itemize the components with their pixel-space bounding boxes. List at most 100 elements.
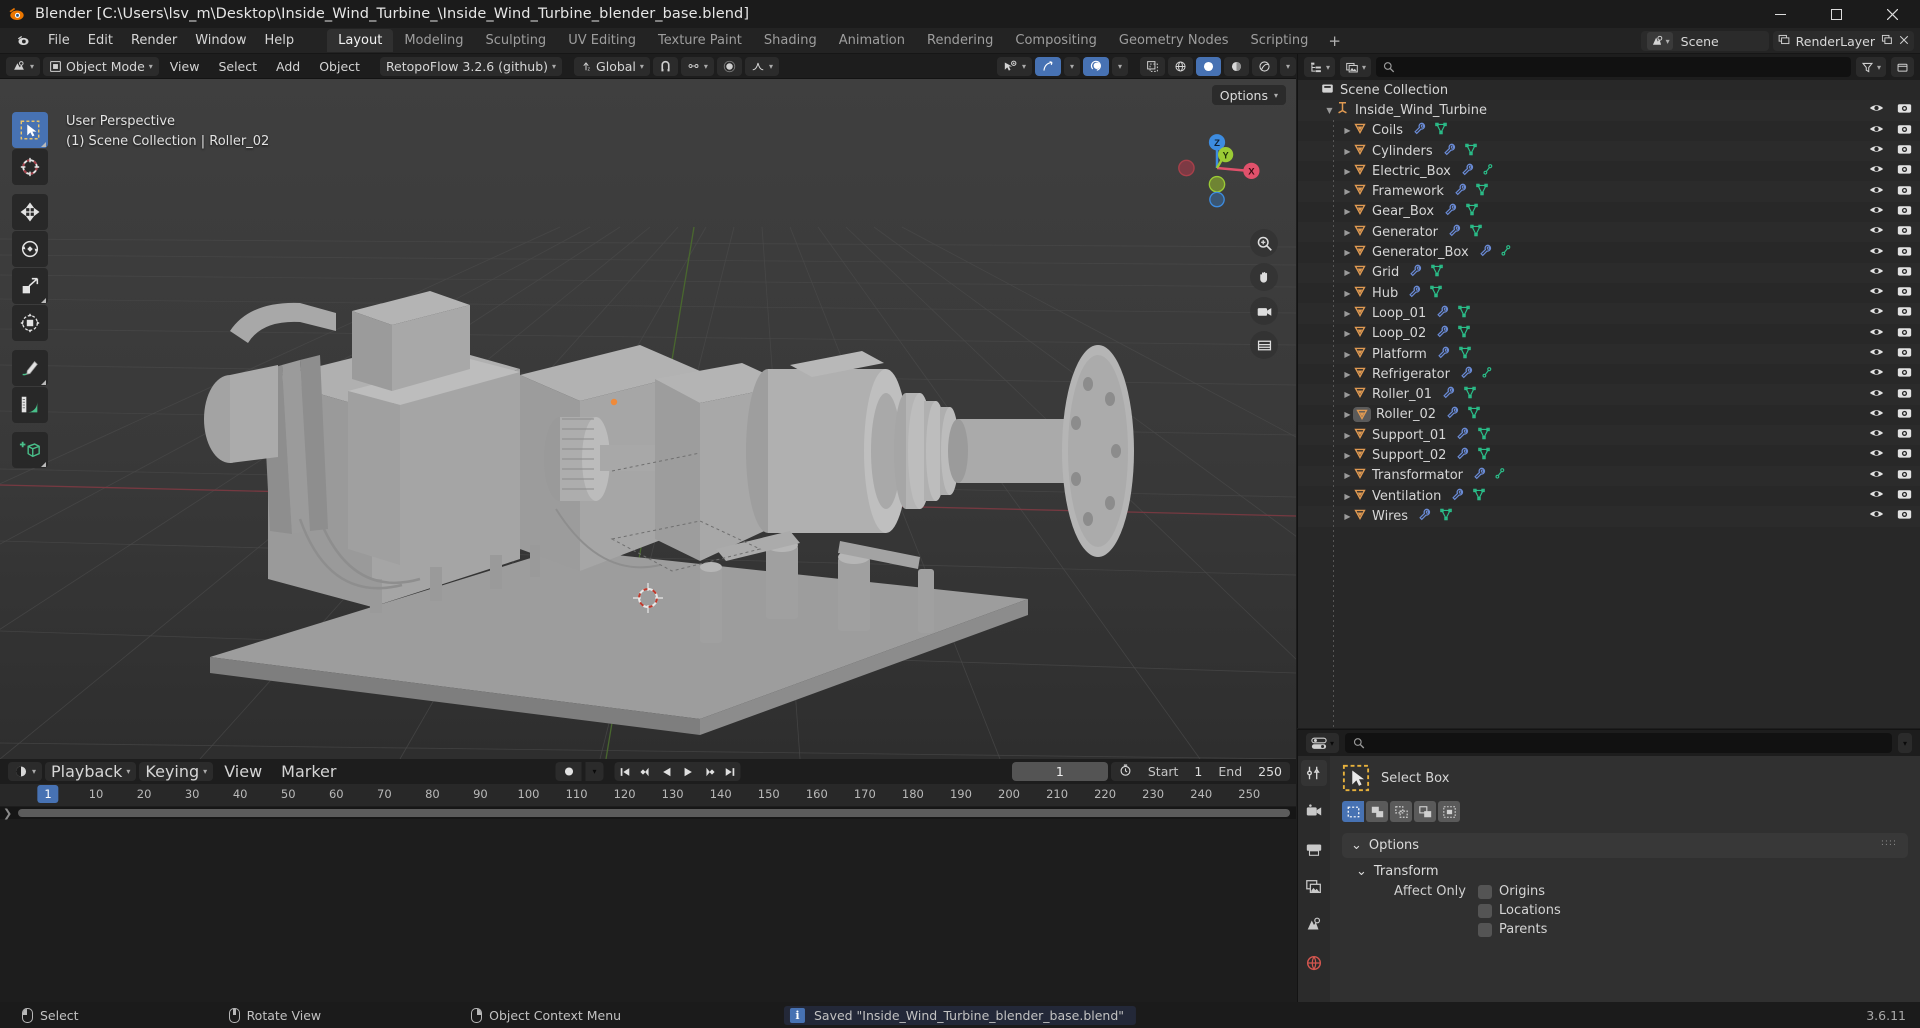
select-extend-button[interactable]	[1366, 801, 1388, 822]
expand-triangle-icon[interactable]: ▶	[1342, 248, 1353, 257]
auto-keying-options[interactable]: ▾	[585, 762, 604, 781]
select-subtract-button[interactable]	[1390, 801, 1412, 822]
snap-options[interactable]: ▾	[680, 56, 714, 76]
hide-in-viewport-icon[interactable]	[1869, 265, 1884, 281]
disable-in-renders-icon[interactable]	[1897, 508, 1912, 524]
modifier-icon[interactable]	[1446, 406, 1460, 423]
modifier-icon[interactable]	[1408, 285, 1422, 302]
xray-toggle[interactable]	[1139, 56, 1165, 76]
mesh-data-icon[interactable]	[1439, 508, 1453, 525]
object-icon[interactable]	[1353, 183, 1367, 200]
modifier-icon[interactable]	[1479, 244, 1493, 261]
annotate-tool-button[interactable]	[12, 350, 48, 386]
modifier-icon[interactable]	[1443, 143, 1457, 160]
use-preview-range-icon[interactable]	[1111, 763, 1140, 780]
gizmo-options[interactable]: ▾	[1063, 56, 1080, 76]
editor-type-selector[interactable]: ▾	[6, 56, 41, 76]
properties-tab-output[interactable]	[1301, 836, 1327, 862]
collapse-triangle-icon[interactable]: ▼	[1324, 106, 1335, 115]
outliner-editor-type[interactable]: ▾	[1304, 57, 1336, 77]
hide-in-viewport-icon[interactable]	[1869, 305, 1884, 321]
hide-in-viewport-icon[interactable]	[1869, 387, 1884, 403]
hide-in-viewport-icon[interactable]	[1869, 102, 1884, 118]
disable-in-renders-icon[interactable]	[1897, 387, 1912, 403]
object-icon[interactable]	[1353, 427, 1367, 444]
viewport-menu-view[interactable]: View	[162, 57, 208, 76]
outliner-row-cylinders[interactable]: ▶ Cylinders	[1298, 140, 1920, 162]
disable-in-renders-icon[interactable]	[1897, 427, 1912, 443]
hide-in-viewport-icon[interactable]	[1869, 488, 1884, 504]
expand-triangle-icon[interactable]: ▶	[1342, 390, 1353, 399]
expand-triangle-icon[interactable]: ▶	[1342, 207, 1353, 216]
modifier-icon[interactable]	[1444, 203, 1458, 220]
hide-in-viewport-icon[interactable]	[1869, 224, 1884, 240]
camera-view-icon[interactable]	[1250, 297, 1278, 325]
modifier-icon[interactable]	[1436, 325, 1450, 342]
modifier-icon[interactable]	[1456, 427, 1470, 444]
view-layer-selector[interactable]: RenderLayer	[1772, 31, 1914, 51]
outliner-tree[interactable]: Scene Collection ▼ Inside_Wind_Turbine ▶…	[1298, 80, 1920, 728]
outliner-row-transformator[interactable]: ▶ Transformator	[1298, 465, 1920, 486]
hide-in-viewport-icon[interactable]	[1869, 184, 1884, 200]
hide-in-viewport-icon[interactable]	[1869, 245, 1884, 261]
timeline-menu-view[interactable]: View	[216, 760, 270, 783]
mesh-data-icon[interactable]	[1457, 305, 1471, 322]
modifier-icon[interactable]	[1418, 508, 1432, 525]
properties-search-input[interactable]	[1345, 733, 1892, 753]
hide-in-viewport-icon[interactable]	[1869, 407, 1884, 423]
expand-channels-icon[interactable]: ❯	[3, 807, 12, 820]
properties-tab-tool[interactable]	[1301, 760, 1327, 786]
outliner-row-support_01[interactable]: ▶ Support_01	[1298, 425, 1920, 446]
modifier-icon[interactable]	[1460, 366, 1474, 383]
hide-in-viewport-icon[interactable]	[1869, 366, 1884, 382]
hide-in-viewport-icon[interactable]	[1869, 427, 1884, 443]
locations-checkbox[interactable]	[1478, 903, 1492, 918]
menu-window[interactable]: Window	[186, 30, 255, 51]
armature-data-icon[interactable]	[1482, 163, 1494, 180]
expand-triangle-icon[interactable]: ▶	[1342, 370, 1353, 379]
close-button[interactable]	[1864, 0, 1920, 28]
mesh-data-icon[interactable]	[1467, 406, 1481, 423]
interaction-mode-selector[interactable]: Object Mode ▾	[43, 56, 159, 76]
outliner-row-ventilation[interactable]: ▶ Ventilation	[1298, 486, 1920, 506]
modifier-icon[interactable]	[1442, 386, 1456, 403]
expand-triangle-icon[interactable]: ▶	[1342, 289, 1353, 298]
outliner-row-generator_box[interactable]: ▶ Generator_Box	[1298, 242, 1920, 262]
jump-to-start-button[interactable]	[615, 762, 636, 781]
tab-shading[interactable]: Shading	[753, 29, 828, 52]
disable-in-renders-icon[interactable]	[1897, 123, 1912, 139]
expand-triangle-icon[interactable]: ▶	[1342, 268, 1353, 277]
disable-in-renders-icon[interactable]	[1897, 245, 1912, 261]
expand-triangle-icon[interactable]: ▶	[1342, 350, 1353, 359]
jump-to-next-keyframe-button[interactable]	[699, 762, 720, 781]
tab-texture-paint[interactable]: Texture Paint	[647, 29, 753, 52]
hide-in-viewport-icon[interactable]	[1869, 143, 1884, 159]
tab-animation[interactable]: Animation	[828, 29, 916, 52]
select-intersect-button[interactable]	[1438, 801, 1460, 822]
mesh-data-icon[interactable]	[1429, 285, 1443, 302]
tab-rendering[interactable]: Rendering	[916, 29, 1004, 52]
menu-help[interactable]: Help	[256, 30, 304, 51]
tab-compositing[interactable]: Compositing	[1004, 29, 1108, 52]
disable-in-renders-icon[interactable]	[1897, 326, 1912, 342]
timeline-menu-marker[interactable]: Marker	[273, 760, 344, 783]
jump-to-end-button[interactable]	[720, 762, 741, 781]
object-icon[interactable]	[1353, 305, 1367, 322]
tab-modeling[interactable]: Modeling	[393, 29, 474, 52]
modifier-icon[interactable]	[1448, 224, 1462, 241]
armature-data-icon[interactable]	[1481, 366, 1493, 383]
tab-layout[interactable]: Layout	[327, 29, 394, 52]
shading-rendered[interactable]	[1251, 56, 1277, 76]
hide-in-viewport-icon[interactable]	[1869, 163, 1884, 179]
status-report[interactable]: i Saved "Inside_Wind_Turbine_blender_bas…	[783, 1005, 1137, 1025]
object-icon[interactable]	[1353, 143, 1367, 160]
start-frame-value[interactable]: 1	[1186, 764, 1210, 779]
expand-triangle-icon[interactable]: ▶	[1342, 167, 1353, 176]
scale-tool-button[interactable]	[12, 268, 48, 304]
mesh-data-icon[interactable]	[1430, 264, 1444, 281]
outliner-row-collection[interactable]: ▼ Inside_Wind_Turbine	[1298, 100, 1920, 121]
navigation-gizmo[interactable]: Z Y X	[1174, 125, 1260, 211]
armature-data-icon[interactable]	[1500, 244, 1512, 261]
hide-in-viewport-icon[interactable]	[1869, 508, 1884, 524]
disable-in-renders-icon[interactable]	[1897, 346, 1912, 362]
